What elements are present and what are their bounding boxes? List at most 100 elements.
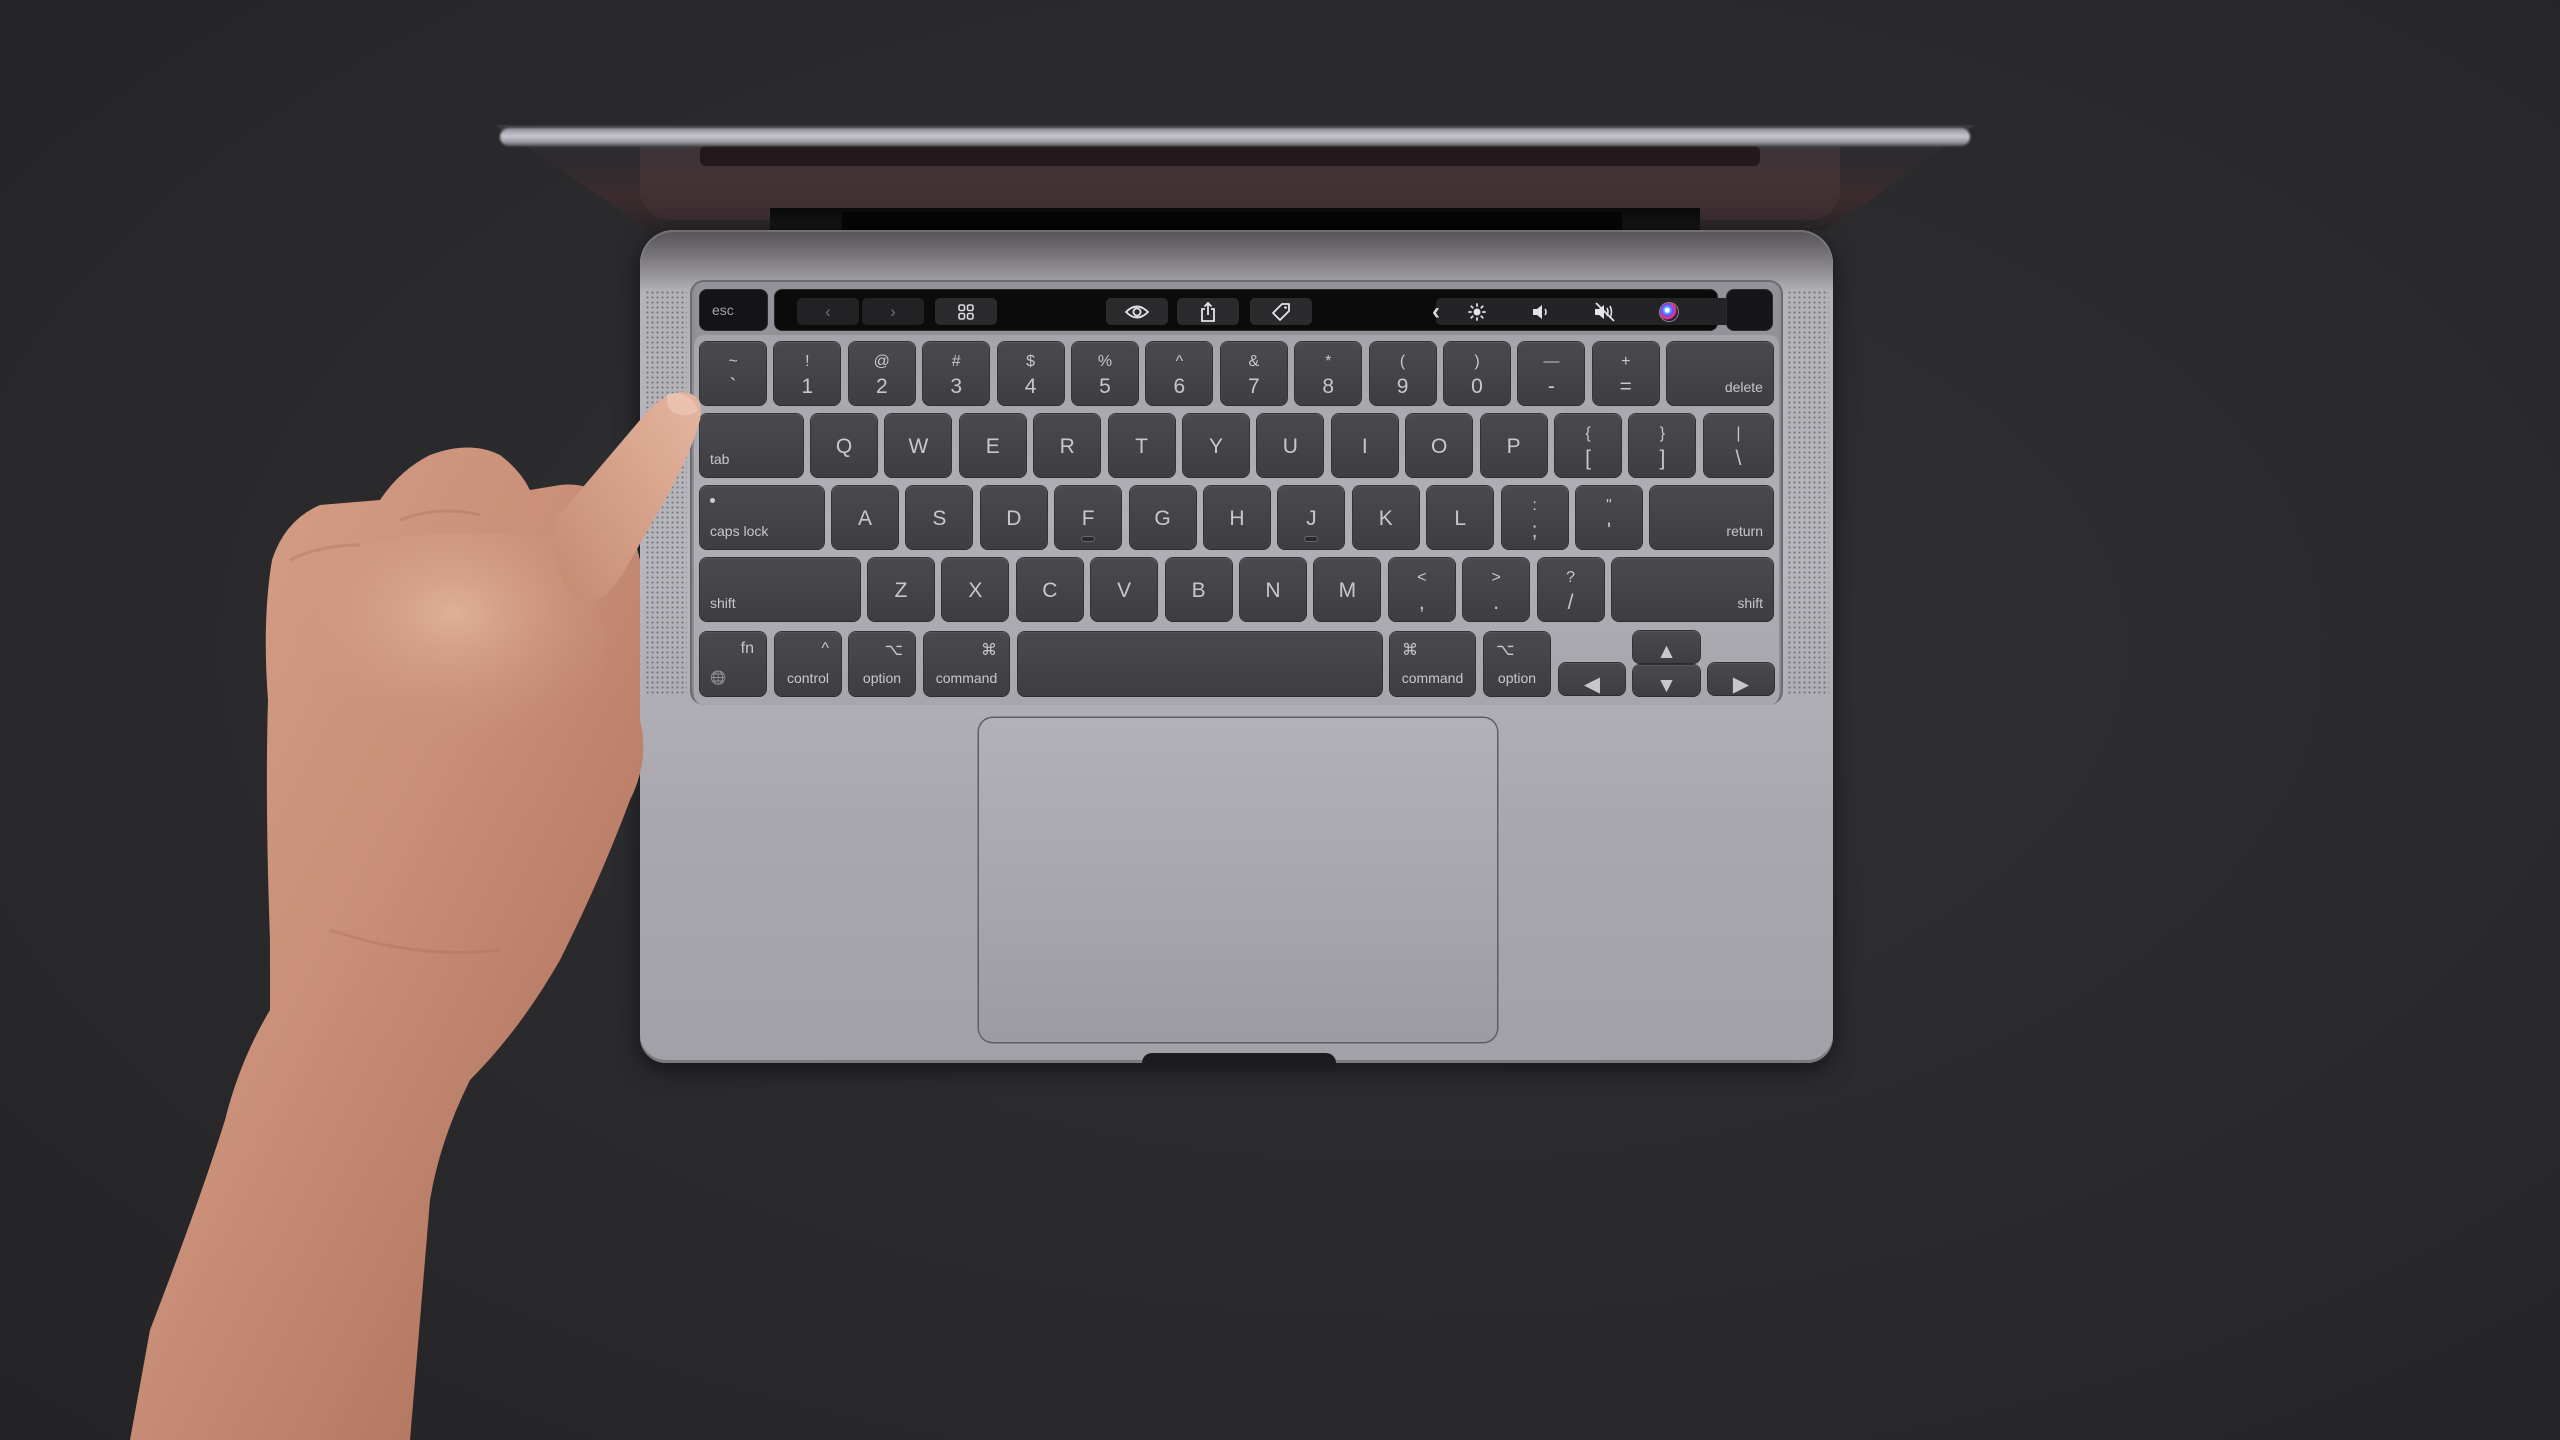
touchbar-forward-button[interactable]: › bbox=[862, 298, 924, 325]
key-f[interactable]: F bbox=[1055, 486, 1122, 549]
key-punct-0[interactable]: {[ bbox=[1555, 414, 1621, 477]
touchbar-share-button[interactable] bbox=[1177, 298, 1239, 325]
return-key[interactable]: return bbox=[1650, 486, 1773, 549]
key-punct-1[interactable]: }] bbox=[1629, 414, 1696, 477]
key-shift-legend: & bbox=[1248, 353, 1260, 370]
right-arrow-key[interactable]: ▶ bbox=[1708, 663, 1774, 696]
key-w[interactable]: W bbox=[885, 414, 952, 477]
key-punct3-0[interactable]: :; bbox=[1501, 486, 1568, 549]
home-row-bump bbox=[1305, 537, 1318, 541]
key-punct-2[interactable]: | \ bbox=[1703, 414, 1773, 477]
right-shift-key[interactable]: shift bbox=[1612, 558, 1773, 621]
key-y[interactable]: Y bbox=[1183, 414, 1249, 477]
key-legend: P bbox=[1506, 435, 1521, 458]
chevron-left-icon: ‹ bbox=[1432, 297, 1440, 325]
key-legend: K bbox=[1378, 507, 1393, 530]
key-r[interactable]: R bbox=[1034, 414, 1101, 477]
fn-key[interactable]: fn 🌐 bbox=[700, 632, 766, 696]
key-punct4-2[interactable]: ? / bbox=[1537, 558, 1604, 621]
space-bar[interactable] bbox=[1018, 632, 1382, 696]
up-arrow-key[interactable]: ▲ bbox=[1633, 631, 1700, 663]
left-option-key[interactable]: ⌥ option bbox=[849, 632, 915, 696]
touchbar-view-grid-button[interactable] bbox=[935, 298, 997, 325]
command-icon: ⌘ bbox=[1402, 642, 1418, 659]
touchbar-back-button[interactable]: ‹ bbox=[797, 298, 859, 325]
key-x[interactable]: X bbox=[942, 558, 1009, 621]
key-u[interactable]: U bbox=[1257, 414, 1324, 477]
caps-lock-key[interactable]: caps lock bbox=[700, 486, 824, 549]
key-5[interactable]: % 5 bbox=[1072, 342, 1138, 405]
forearm bbox=[130, 447, 644, 1440]
key-shift-legend: * bbox=[1325, 353, 1332, 370]
key-b[interactable]: B bbox=[1165, 558, 1232, 621]
key-legend: Y bbox=[1208, 435, 1223, 458]
key-d[interactable]: D bbox=[980, 486, 1047, 549]
key-v[interactable]: V bbox=[1091, 558, 1158, 621]
right-command-key[interactable]: ⌘ command bbox=[1390, 632, 1475, 696]
key-2[interactable]: @2 bbox=[848, 342, 915, 405]
control-key[interactable]: ^ control bbox=[775, 632, 841, 696]
key-7[interactable]: & 7 bbox=[1220, 342, 1287, 405]
right-option-key[interactable]: ⌥ option bbox=[1484, 632, 1550, 696]
key-sym12[interactable]: + = bbox=[1592, 342, 1659, 405]
key-s[interactable]: S bbox=[906, 486, 973, 549]
key-n[interactable]: N bbox=[1240, 558, 1306, 621]
key-legend: U bbox=[1282, 435, 1298, 458]
key-z[interactable]: Z bbox=[868, 558, 934, 621]
key-punct4-0[interactable]: <, bbox=[1388, 558, 1455, 621]
key-legend: [ bbox=[1585, 447, 1591, 470]
left-command-key[interactable]: ⌘ command bbox=[924, 632, 1009, 696]
key-0[interactable]: ) 0 bbox=[1444, 342, 1510, 405]
key-legend: ` bbox=[729, 375, 737, 398]
share-icon bbox=[1201, 301, 1215, 322]
key-p[interactable]: P bbox=[1480, 414, 1547, 477]
esc-key[interactable]: esc bbox=[700, 290, 767, 330]
delete-key[interactable]: delete bbox=[1667, 342, 1773, 405]
key-legend: , bbox=[1418, 591, 1425, 614]
key-i[interactable]: I bbox=[1331, 414, 1398, 477]
key-legend: I bbox=[1361, 435, 1368, 458]
key-g[interactable]: G bbox=[1129, 486, 1196, 549]
left-arrow-key[interactable]: ◀ bbox=[1559, 663, 1625, 696]
key-h[interactable]: H bbox=[1204, 486, 1270, 549]
key-8[interactable]: * 8 bbox=[1295, 342, 1362, 405]
touchbar-quicklook-button[interactable] bbox=[1106, 298, 1168, 325]
key-l[interactable]: L bbox=[1427, 486, 1494, 549]
key-j[interactable]: J bbox=[1278, 486, 1345, 549]
key-e[interactable]: E bbox=[959, 414, 1026, 477]
key-a[interactable]: A bbox=[832, 486, 898, 549]
key-legend: J bbox=[1306, 507, 1317, 530]
key-legend: 1 bbox=[801, 375, 814, 398]
key-4[interactable]: $4 bbox=[997, 342, 1064, 405]
siri-button[interactable] bbox=[1638, 298, 1700, 325]
mute-button[interactable] bbox=[1574, 298, 1636, 325]
key-1[interactable]: ! 1 bbox=[774, 342, 841, 405]
key-m[interactable]: M bbox=[1314, 558, 1381, 621]
touch-id-key[interactable] bbox=[1727, 290, 1772, 330]
key-o[interactable]: O bbox=[1406, 414, 1473, 477]
brightness-button[interactable] bbox=[1446, 298, 1508, 325]
tab-key[interactable]: tab bbox=[700, 414, 803, 477]
key-3[interactable]: #3 bbox=[923, 342, 990, 405]
key-9[interactable]: (9 bbox=[1369, 342, 1436, 405]
down-arrow-key[interactable]: ▼ bbox=[1633, 665, 1700, 697]
key-legend: A bbox=[857, 507, 872, 530]
key-legend: ; bbox=[1531, 519, 1538, 542]
key-shift-legend: } bbox=[1659, 425, 1666, 442]
arrow-down-icon: ▼ bbox=[1656, 674, 1677, 697]
key-punct4-1[interactable]: >. bbox=[1463, 558, 1530, 621]
key-c[interactable]: C bbox=[1016, 558, 1083, 621]
key-6[interactable]: ^ 6 bbox=[1146, 342, 1213, 405]
key-legend: R bbox=[1059, 435, 1075, 458]
key-punct3-1[interactable]: " ' bbox=[1576, 486, 1642, 549]
volume-button[interactable] bbox=[1510, 298, 1572, 325]
key-sym0[interactable]: ~ ` bbox=[700, 342, 766, 405]
key-sym11[interactable]: — - bbox=[1518, 342, 1585, 405]
touchbar-tag-button[interactable] bbox=[1250, 298, 1312, 325]
key-q[interactable]: Q bbox=[811, 414, 877, 477]
trackpad[interactable] bbox=[979, 718, 1497, 1042]
key-t[interactable]: T bbox=[1108, 414, 1175, 477]
control-strip-expand-button[interactable]: ‹ bbox=[1427, 298, 1445, 325]
key-k[interactable]: K bbox=[1352, 486, 1419, 549]
left-shift-key[interactable]: shift bbox=[700, 558, 860, 621]
